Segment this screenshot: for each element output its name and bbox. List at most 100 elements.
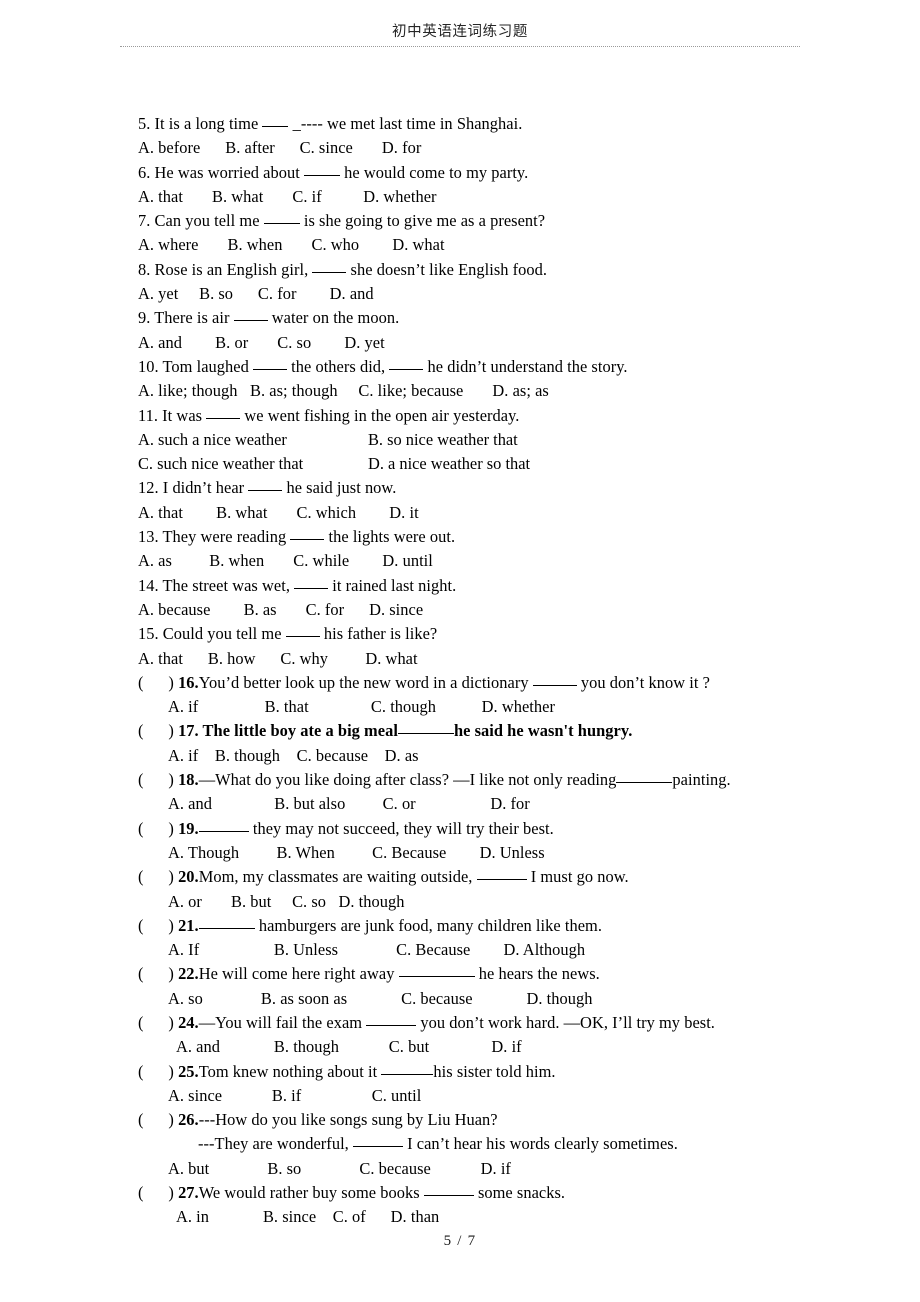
q10-stem-after: he didn’t understand the story.: [423, 356, 628, 376]
q9-stem-before: 9. There is air: [138, 308, 234, 328]
q21-bracket[interactable]: ( ): [138, 916, 178, 935]
q24-stem-before: —You will fail the exam: [198, 1012, 367, 1032]
q24-bracket[interactable]: ( ): [138, 1013, 178, 1032]
question-options-7: A. where B. when C. who D. what: [138, 235, 445, 255]
q27-stem-after: some snacks.: [473, 1183, 566, 1203]
answer-blank: [252, 356, 287, 370]
question-options-11-row2: C. such nice weather that D. a nice weat…: [138, 452, 878, 476]
answer-blank: [303, 162, 340, 176]
answer-blank: [206, 405, 241, 419]
q27-bracket[interactable]: ( ): [138, 1183, 178, 1202]
answer-blank: [476, 866, 527, 881]
q14-stem-before: 14. The street was wet,: [138, 575, 295, 595]
q20-number: 20.: [178, 867, 199, 887]
question-stem-15: 15. Could you tell me his father is like…: [138, 622, 878, 646]
q15-stem-after: his father is like?: [319, 624, 438, 644]
answer-blank: [397, 720, 454, 735]
q20-stem-after: I must go now.: [526, 867, 629, 887]
q26-bracket[interactable]: ( ): [138, 1110, 178, 1129]
q25-bracket[interactable]: ( ): [138, 1062, 178, 1081]
q18-number: 18.: [178, 770, 199, 790]
page-number: 5 / 7: [443, 1233, 477, 1249]
q19-bracket[interactable]: ( ): [138, 819, 178, 838]
answer-blank: [263, 210, 300, 225]
question-stem-26: ( ) 26.---How do you like songs sung by …: [138, 1108, 878, 1132]
question-options-24: A. and B. though C. but D. if: [176, 1037, 522, 1057]
question-stem-14: 14. The street was wet, it rained last n…: [138, 574, 878, 598]
question-options-22: A. so B. as soon as C. because D. though: [168, 988, 593, 1008]
q18-stem-after: painting.: [672, 770, 731, 790]
q17-stem-before: The little boy ate a big meal: [198, 721, 398, 741]
question-stem-13: 13. They were reading the lights were ou…: [138, 525, 878, 549]
q17-bracket[interactable]: ( ): [138, 721, 178, 740]
answer-blank: [294, 575, 329, 589]
answer-blank: [233, 307, 268, 322]
q14-stem-after: it rained last night.: [328, 575, 457, 595]
q26-stem-before: ---How do you like songs sung by Liu Hua…: [198, 1110, 498, 1130]
question-options-8: A. yet B. so C. for D. and: [138, 284, 374, 304]
q11-option-c: C. such nice weather that: [138, 454, 304, 474]
q27-number: 27.: [178, 1183, 199, 1203]
q5-stem-before: 5. It is a long time: [138, 114, 263, 133]
question-stem-8: 8. Rose is an English girl, she doesn’t …: [138, 258, 878, 282]
question-options-20: A. or B. but C. so D. though: [168, 891, 405, 911]
answer-blank: [285, 623, 320, 638]
header-title: 初中英语连词练习题: [392, 24, 528, 40]
answer-blank: [248, 477, 283, 492]
question-stem-24: ( ) 24.—You will fail the exam you don’t…: [138, 1011, 878, 1035]
answer-blank: [366, 1012, 417, 1026]
q27-stem-before: We would rather buy some books: [198, 1183, 424, 1203]
question-options-17: A. if B. though C. because D. as: [168, 745, 419, 765]
q11-option-b: B. so nice weather that: [368, 429, 518, 449]
q18-stem-before: —What do you like doing after class? —I …: [198, 770, 617, 790]
question-stem-20: ( ) 20.Mom, my classmates are waiting ou…: [138, 865, 878, 889]
question-options-18: A. and B. but also C. or D. for: [168, 794, 530, 814]
answer-blank: [398, 963, 475, 978]
question-options-13: A. as B. when C. while D. until: [138, 551, 433, 571]
question-stem-6: 6. He was worried about he would come to…: [138, 161, 878, 185]
answer-blank: [198, 915, 255, 929]
question-stem-17: ( ) 17. The little boy ate a big meal he …: [138, 719, 878, 743]
answer-blank: [616, 769, 673, 784]
q16-number: 16.: [178, 672, 199, 692]
question-stem-26-reply: ---They are wonderful, I can’t hear his …: [138, 1132, 878, 1156]
question-options-11-row1: A. such a nice weather B. so nice weathe…: [138, 428, 878, 452]
question-stem-18: ( ) 18.—What do you like doing after cla…: [138, 768, 878, 792]
question-options-10: A. like; though B. as; though C. like; b…: [138, 381, 549, 401]
q19-number: 19.: [178, 818, 199, 838]
q7-stem-before: 7. Can you tell me: [138, 211, 264, 231]
question-stem-22: ( ) 22.He will come here right away he h…: [138, 962, 878, 986]
answer-blank: [381, 1061, 434, 1075]
q19-stem-after: they may not succeed, they will try thei…: [248, 818, 554, 838]
question-options-5: A. before B. after C. since D. for: [138, 138, 422, 158]
q21-number: 21.: [178, 915, 199, 935]
q8-stem-after: she doesn’t like English food.: [346, 259, 548, 279]
q21-stem-after: hamburgers are junk food, many children …: [254, 915, 602, 935]
q17-number: 17.: [178, 721, 199, 741]
q6-stem-after: he would come to my party.: [339, 162, 529, 182]
q26-stem-second-before: ---They are wonderful,: [198, 1134, 353, 1154]
question-stem-19: ( ) 19. they may not succeed, they will …: [138, 817, 878, 841]
page-footer: 5 / 7: [0, 1233, 920, 1250]
q10-stem-before: 10. Tom laughed: [138, 356, 253, 376]
q22-bracket[interactable]: ( ): [138, 964, 178, 983]
page-header: 初中英语连词练习题: [0, 0, 920, 47]
question-stem-16: ( ) 16.You’d better look up the new word…: [138, 671, 878, 695]
q11-option-a: A. such a nice weather: [138, 429, 287, 449]
q16-bracket[interactable]: ( ): [138, 673, 178, 692]
q9-stem-after: water on the moon.: [267, 308, 400, 328]
q25-stem-before: Tom knew nothing about it: [198, 1061, 382, 1081]
question-options-25: A. since B. if C. until: [168, 1085, 422, 1105]
question-options-15: A. that B. how C. why D. what: [138, 648, 418, 668]
q5-stem-after: _---- we met last time in Shanghai.: [288, 114, 523, 133]
answer-blank: [312, 259, 347, 273]
q15-stem-before: 15. Could you tell me: [138, 624, 286, 644]
answer-blank: [290, 526, 325, 541]
q26-stem-second-after: I can’t hear his words clearly sometimes…: [402, 1134, 678, 1154]
q18-bracket[interactable]: ( ): [138, 770, 178, 789]
question-options-26: A. but B. so C. because D. if: [168, 1158, 511, 1178]
question-stem-27: ( ) 27.We would rather buy some books so…: [138, 1181, 878, 1205]
q20-bracket[interactable]: ( ): [138, 867, 178, 886]
question-stem-25: ( ) 25.Tom knew nothing about it his sis…: [138, 1060, 878, 1084]
question-options-9: A. and B. or C. so D. yet: [138, 332, 385, 352]
